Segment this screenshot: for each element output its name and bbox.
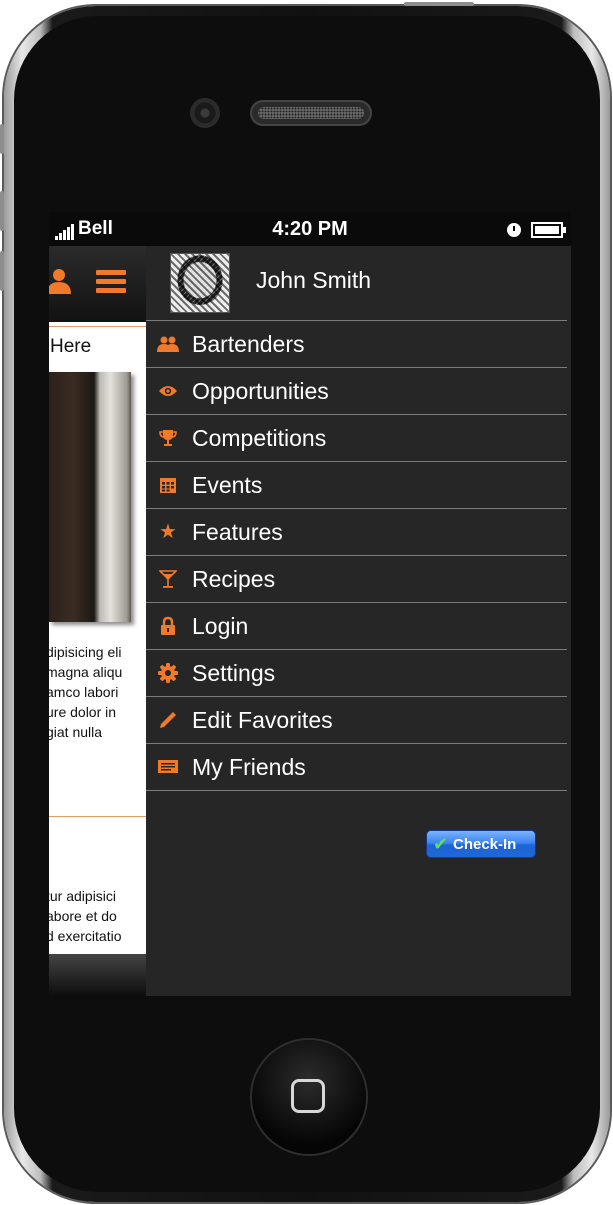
status-bar: Bell 4:20 PM [49, 212, 571, 246]
menu-item-recipes[interactable]: Recipes [146, 555, 567, 602]
divider [49, 816, 146, 817]
menu-item-my-friends[interactable]: My Friends [146, 743, 567, 791]
gear-icon [156, 650, 180, 696]
menu-toggle-icon[interactable] [96, 270, 126, 297]
star-icon: ★ [159, 521, 177, 543]
divider [49, 326, 146, 327]
article-text-1: dipisicing eli magna aliqu amco labori u… [49, 644, 123, 740]
screen: Bell 4:20 PM Here dipisicing eli magna a… [49, 212, 571, 996]
alarm-clock-icon [507, 222, 521, 237]
pencil-icon [156, 697, 180, 743]
calendar-icon [156, 462, 180, 508]
menu-item-events[interactable]: Events [146, 461, 567, 508]
mute-switch [0, 124, 4, 154]
eye-icon [156, 368, 180, 414]
menu-item-opportunities[interactable]: Opportunities [146, 367, 567, 414]
profile-header[interactable]: John Smith [146, 246, 571, 320]
people-icon[interactable] [49, 266, 71, 296]
check-in-button[interactable]: ✔ Check-In [426, 830, 536, 858]
menu-item-edit-favorites[interactable]: Edit Favorites [146, 696, 567, 743]
article-heading: Here [50, 336, 92, 357]
power-button [404, 2, 474, 6]
menu-item-settings[interactable]: Settings [146, 649, 567, 696]
background-page[interactable]: Here dipisicing eli magna aliqu amco lab… [49, 246, 146, 996]
background-footer [49, 954, 146, 996]
volume-up-button [0, 191, 4, 231]
article-photo [49, 372, 131, 622]
background-toolbar [49, 246, 146, 322]
trophy-icon [156, 415, 180, 461]
lock-icon [156, 603, 180, 649]
article-text-2: tur adipisici abore et do d exercitatio [49, 888, 122, 944]
home-square-icon [291, 1079, 325, 1113]
battery-icon [531, 221, 566, 238]
people-icon [156, 321, 180, 367]
side-menu: John Smith Bartenders Opportunities Comp… [146, 246, 571, 996]
checkmark-icon: ✔ [433, 834, 449, 854]
menu-item-competitions[interactable]: Competitions [146, 414, 567, 461]
menu-item-bartenders[interactable]: Bartenders [146, 320, 567, 367]
menu-list: Bartenders Opportunities Competitions Ev… [146, 320, 571, 791]
menu-item-features[interactable]: ★ Features [146, 508, 567, 555]
front-camera [190, 98, 220, 128]
friends-card-icon [156, 744, 180, 790]
volume-down-button [0, 251, 4, 291]
home-button[interactable] [252, 1040, 366, 1154]
avatar[interactable] [170, 253, 230, 313]
earpiece-speaker [250, 100, 372, 126]
status-time: 4:20 PM [272, 218, 348, 240]
menu-item-login[interactable]: Login [146, 602, 567, 649]
profile-name: John Smith [256, 267, 372, 293]
cocktail-glass-icon [156, 556, 180, 602]
